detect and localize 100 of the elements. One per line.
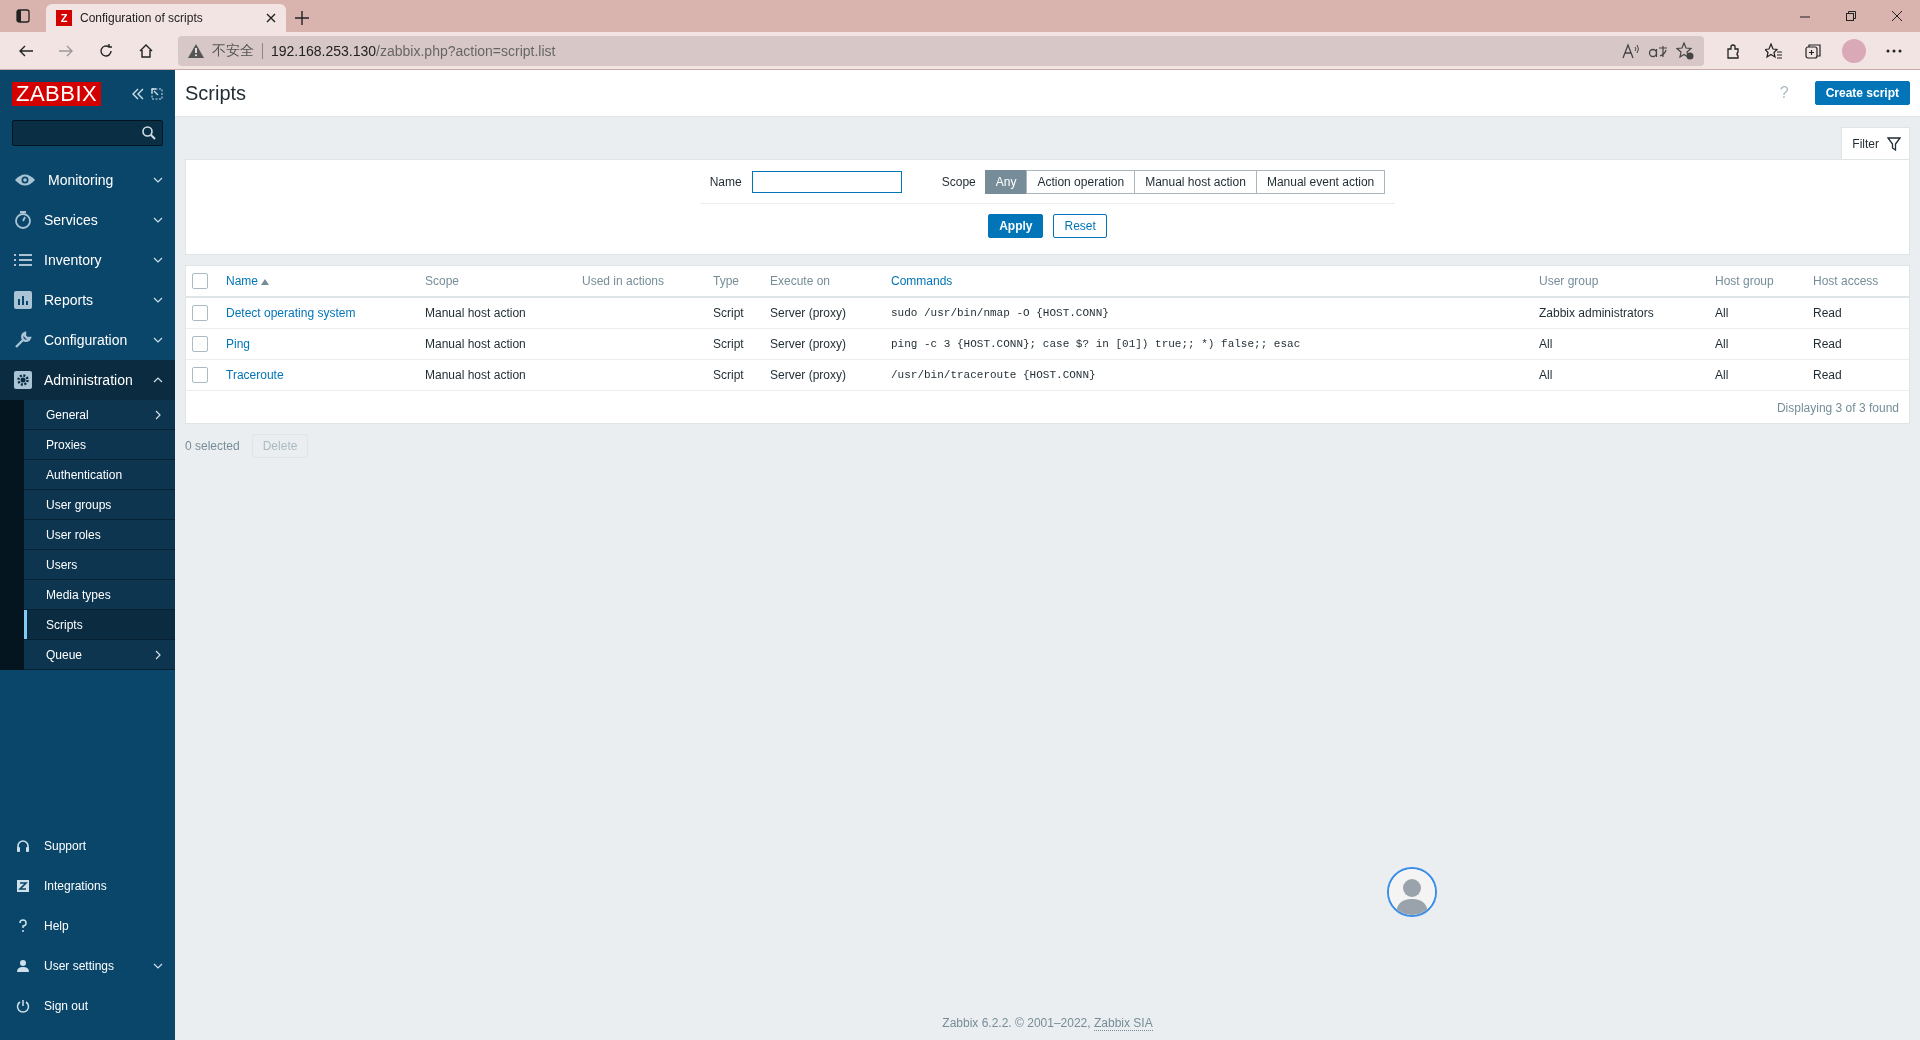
chevron-icon — [153, 175, 163, 185]
table-cell: Server (proxy) — [770, 337, 846, 351]
close-icon[interactable] — [266, 13, 276, 23]
table-cell: Read — [1813, 306, 1842, 320]
table-cell: All — [1715, 368, 1729, 382]
collections-icon[interactable] — [1805, 42, 1823, 59]
column-header[interactable]: Commands — [885, 266, 1533, 297]
close-icon[interactable] — [1892, 11, 1902, 21]
table-cell: Script — [713, 368, 744, 382]
table-cell: Manual host action — [425, 368, 526, 382]
submenu-item[interactable]: User roles — [24, 520, 175, 550]
restore-icon[interactable] — [1846, 11, 1856, 21]
new-tab-icon[interactable] — [295, 11, 309, 25]
chevron-icon — [153, 295, 163, 305]
refresh-icon[interactable] — [98, 42, 114, 59]
table-cell: /usr/bin/traceroute {HOST.CONN} — [891, 369, 1096, 381]
avatar[interactable] — [1387, 867, 1437, 917]
filter-icon — [1887, 136, 1901, 151]
table-cell: Script — [713, 337, 744, 351]
tab-title: Configuration of scripts — [80, 11, 204, 25]
table-cell: Read — [1813, 337, 1842, 351]
submenu-item[interactable]: Authentication — [24, 460, 175, 490]
apply-button[interactable]: Apply — [988, 214, 1044, 238]
home-icon[interactable] — [138, 42, 154, 59]
column-header: Type — [707, 266, 764, 297]
more-icon[interactable] — [1886, 48, 1902, 53]
page-title: Scripts — [185, 81, 248, 105]
column-header: Scope — [419, 266, 576, 297]
submenu-item[interactable]: User groups — [24, 490, 175, 520]
chevron-icon — [153, 961, 163, 971]
favorites-icon[interactable] — [1765, 42, 1783, 59]
menu-item[interactable]: Monitoring — [0, 160, 175, 200]
read-aloud-icon[interactable] — [1622, 42, 1640, 59]
submenu-item[interactable]: Media types — [24, 580, 175, 610]
table-cell: All — [1715, 337, 1729, 351]
scope-option[interactable]: Manual event action — [1255, 169, 1386, 194]
chevron-icon — [153, 375, 163, 385]
bar-chart-icon — [14, 291, 32, 309]
table-cell: All — [1539, 337, 1553, 351]
logo[interactable]: ZABBIX — [12, 82, 102, 106]
security-warning: 不安全 — [212, 41, 254, 60]
chevron-icon — [153, 409, 163, 420]
row-checkbox[interactable] — [192, 305, 208, 321]
collapse-icon[interactable] — [131, 88, 145, 100]
table-cell: Read — [1813, 368, 1842, 382]
table-cell: All — [1715, 306, 1729, 320]
favorite-add-icon[interactable] — [1676, 41, 1694, 60]
table-cell: ping -c 3 {HOST.CONN}; case $? in [01]) true;; *) false;; esac — [891, 338, 1301, 350]
submenu-item[interactable]: Queue — [24, 640, 175, 670]
search-icon[interactable] — [142, 126, 156, 140]
menu-item[interactable]: Reports — [0, 280, 175, 320]
reset-button[interactable]: Reset — [1053, 214, 1107, 238]
column-header[interactable]: Name — [220, 266, 419, 297]
row-checkbox[interactable] — [192, 367, 208, 383]
chevron-icon — [153, 649, 163, 660]
name-field[interactable] — [751, 170, 902, 193]
menu-item[interactable]: Administration — [0, 360, 175, 400]
filter-tab[interactable]: Filter — [1841, 127, 1910, 159]
table-cell: Script — [713, 306, 744, 320]
select-all-checkbox[interactable] — [192, 273, 208, 289]
address-bar[interactable]: 不安全 192.168.253.130/zabbix.php?action=script.list — [178, 35, 1704, 66]
scope-label: Scope — [941, 174, 976, 189]
url-path: /zabbix.php?action=script.list — [376, 42, 556, 59]
menu-item[interactable]: Help — [0, 906, 175, 946]
menu-item[interactable]: Configuration — [0, 320, 175, 360]
table-cell: sudo /usr/bin/nmap -O {HOST.CONN} — [891, 307, 1109, 319]
submenu-item[interactable]: Users — [24, 550, 175, 580]
scope-option[interactable]: Action operation — [1026, 169, 1136, 194]
menu-item[interactable]: Inventory — [0, 240, 175, 280]
kiosk-icon[interactable] — [151, 88, 163, 100]
column-header: Host access — [1807, 266, 1909, 297]
script-name-link[interactable]: Traceroute — [226, 368, 284, 382]
script-name-link[interactable]: Detect operating system — [226, 306, 356, 320]
menu-item[interactable]: Integrations — [0, 866, 175, 906]
menu-item[interactable]: User settings — [0, 946, 175, 986]
script-name-link[interactable]: Ping — [226, 337, 251, 351]
table-cell: Manual host action — [425, 337, 526, 351]
create-script-button[interactable]: Create script — [1814, 81, 1910, 105]
menu-item[interactable]: Support — [0, 826, 175, 866]
search-field[interactable] — [12, 120, 163, 146]
headset-icon — [16, 839, 30, 853]
submenu-item[interactable]: Scripts — [24, 610, 175, 640]
browser-tab[interactable]: Z Configuration of scripts — [46, 4, 286, 32]
url-host: 192.168.253.130 — [271, 42, 377, 59]
chevron-icon — [153, 255, 163, 265]
list-icon — [14, 253, 32, 267]
menu-item[interactable]: Sign out — [0, 986, 175, 1026]
row-checkbox[interactable] — [192, 336, 208, 352]
column-header: User group — [1533, 266, 1709, 297]
column-header: Execute on — [764, 266, 885, 297]
scope-option[interactable]: Manual host action — [1134, 169, 1257, 194]
submenu-item[interactable]: Proxies — [24, 430, 175, 460]
menu-item[interactable]: Services — [0, 200, 175, 240]
table-cell: Server (proxy) — [770, 368, 846, 382]
tab-actions-icon[interactable] — [16, 9, 30, 23]
submenu-item[interactable]: General — [24, 400, 175, 430]
table-cell: All — [1539, 368, 1553, 382]
table-cell: Zabbix administrators — [1539, 306, 1654, 320]
copyright-text: Zabbix 6.2.2. © 2001–2022, Zabbix SIA — [942, 1016, 1153, 1031]
wrench-icon — [14, 331, 32, 349]
